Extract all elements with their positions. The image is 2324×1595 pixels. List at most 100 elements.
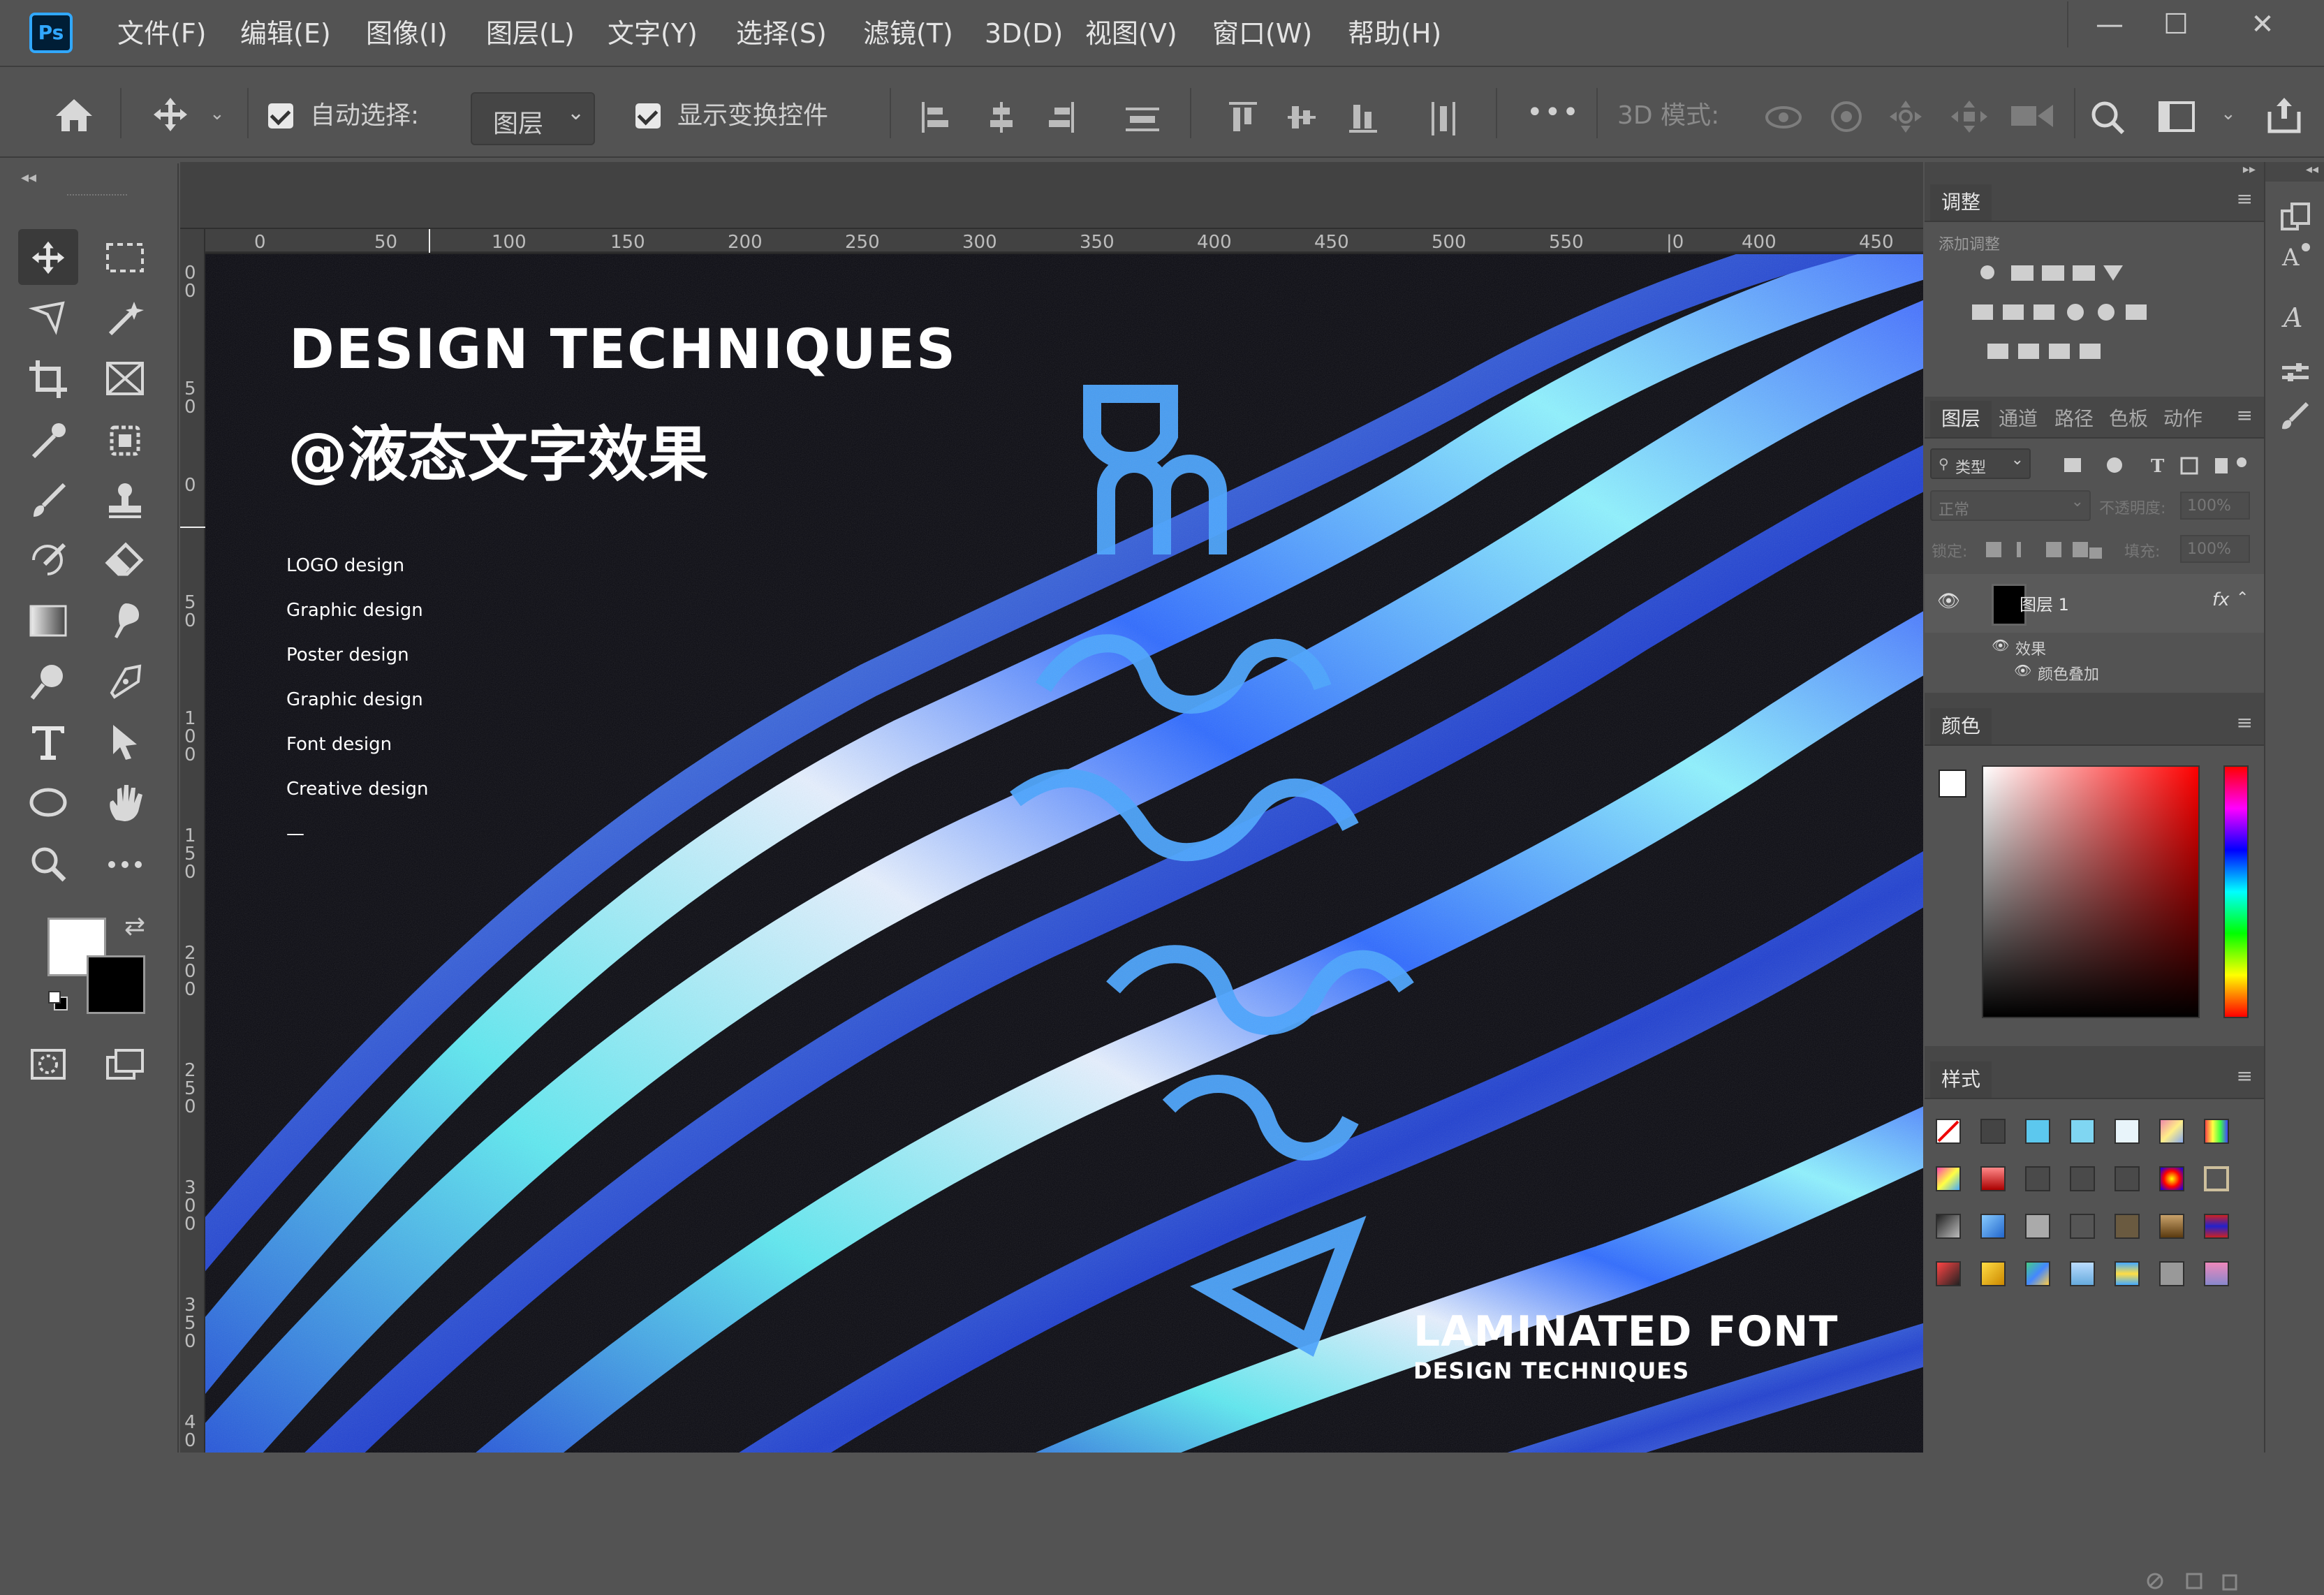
lock-icons[interactable]: [1985, 539, 2103, 560]
style-swatch[interactable]: [2159, 1214, 2184, 1239]
panel-menu-icon[interactable]: ≡: [2237, 404, 2253, 427]
home-icon[interactable]: [53, 96, 95, 133]
opacity-input[interactable]: 100%: [2180, 492, 2250, 520]
tab-channels[interactable]: 通道: [1987, 401, 2049, 437]
move-tool-icon[interactable]: [149, 96, 191, 133]
menu-file[interactable]: 文件(F): [112, 14, 212, 53]
align-right-icon[interactable]: [1045, 101, 1075, 134]
screen-mode-icon[interactable]: [95, 1036, 155, 1092]
blend-mode-dropdown[interactable]: 正常 ⌄: [1930, 490, 2091, 521]
layer-name[interactable]: 图层 1: [2020, 591, 2069, 615]
style-swatch[interactable]: [2159, 1119, 2184, 1144]
default-colors-icon[interactable]: [47, 990, 68, 1011]
style-swatch[interactable]: [1980, 1261, 2006, 1286]
style-swatch[interactable]: [2115, 1119, 2140, 1144]
distribute-horizontal-icon[interactable]: [1429, 101, 1459, 137]
healing-brush-tool[interactable]: [95, 412, 155, 468]
style-swatch[interactable]: [2115, 1214, 2140, 1239]
style-swatch[interactable]: [2070, 1119, 2095, 1144]
tab-paths[interactable]: 路径: [2043, 401, 2105, 437]
brush-tool[interactable]: [18, 472, 78, 528]
menu-edit[interactable]: 编辑(E): [235, 14, 337, 53]
color-panel-foreground[interactable]: [1939, 770, 1966, 798]
style-swatch-none[interactable]: [1936, 1119, 1961, 1144]
auto-select-dropdown[interactable]: 图层 ⌄: [471, 92, 595, 145]
panel-menu-icon[interactable]: ≡: [2237, 1064, 2253, 1087]
properties-panel-icon[interactable]: [2279, 360, 2311, 392]
dock-collapse-bar[interactable]: ◂◂: [2265, 162, 2324, 182]
menu-image[interactable]: 图像(I): [360, 14, 453, 53]
hand-tool[interactable]: [95, 774, 155, 830]
menu-select[interactable]: 选择(S): [730, 14, 832, 53]
style-swatch[interactable]: [2204, 1119, 2229, 1144]
dodge-tool[interactable]: [18, 654, 78, 710]
show-transform-checkbox[interactable]: [635, 103, 661, 128]
collapse-panel-icon[interactable]: ◂◂: [21, 169, 36, 186]
style-swatch[interactable]: [2070, 1166, 2095, 1191]
panel-collapse-bar[interactable]: ▸▸: [1925, 162, 2264, 182]
style-swatch[interactable]: [1980, 1119, 2006, 1144]
maximize-button[interactable]: ☐: [2134, 1, 2218, 47]
tab-adjustments[interactable]: 调整: [1930, 184, 1992, 221]
eye-icon[interactable]: 👁: [1937, 591, 1960, 612]
swap-colors-icon[interactable]: ⇄: [124, 912, 145, 941]
layer-effects-row[interactable]: 👁 效果: [1925, 633, 2264, 659]
search-icon[interactable]: [2089, 99, 2126, 135]
chevron-up-icon[interactable]: ⌃: [2236, 589, 2249, 607]
style-swatch[interactable]: [2159, 1261, 2184, 1286]
auto-select-checkbox[interactable]: [268, 103, 293, 128]
panel-divider[interactable]: [1925, 693, 2264, 705]
crop-tool[interactable]: [18, 351, 78, 406]
document-canvas[interactable]: DESIGN TECHNIQUES @液态文字效果 LOGO design Gr…: [205, 254, 1923, 1453]
character-panel-icon[interactable]: A: [2279, 300, 2311, 332]
magic-wand-tool[interactable]: [95, 291, 155, 346]
style-swatch[interactable]: [2115, 1261, 2140, 1286]
gradient-tool[interactable]: [18, 592, 78, 648]
chevron-down-icon[interactable]: ⌄: [209, 103, 225, 124]
style-swatch[interactable]: [2070, 1214, 2095, 1239]
menu-filter[interactable]: 滤镜(T): [858, 14, 959, 53]
panel-menu-icon[interactable]: ≡: [2237, 187, 2253, 210]
type-tool[interactable]: [18, 714, 78, 770]
grip-handle[interactable]: [67, 194, 127, 200]
style-swatch[interactable]: [2159, 1166, 2184, 1191]
smudge-tool[interactable]: [95, 592, 155, 648]
layer-effect-item[interactable]: 👁 颜色叠加: [1925, 658, 2264, 684]
tab-layers[interactable]: 图层: [1930, 401, 1992, 437]
path-selection-tool[interactable]: [95, 714, 155, 770]
fill-input[interactable]: 100%: [2180, 535, 2250, 563]
more-tools-icon[interactable]: [95, 835, 155, 891]
marquee-tool[interactable]: [95, 229, 155, 285]
brush-settings-icon[interactable]: [2279, 399, 2311, 432]
align-top-icon[interactable]: [1228, 101, 1258, 134]
style-swatch[interactable]: [2070, 1261, 2095, 1286]
style-swatch[interactable]: [1980, 1214, 2006, 1239]
fx-badge[interactable]: fx: [2212, 589, 2230, 610]
close-button[interactable]: ✕: [2221, 1, 2304, 47]
align-middle-icon[interactable]: [1286, 101, 1317, 134]
vertical-ruler[interactable]: 0 0 5 0 0 5 0 1 0 0 1 5 0 2 0 0 2 5 0 3 …: [180, 229, 205, 1453]
pen-tool[interactable]: [95, 654, 155, 710]
move-tool[interactable]: [18, 229, 78, 285]
menu-help[interactable]: 帮助(H): [1342, 14, 1447, 53]
eraser-tool[interactable]: [95, 532, 155, 588]
more-options-icon[interactable]: •••: [1527, 96, 1580, 128]
style-swatch[interactable]: [2204, 1261, 2229, 1286]
style-swatch[interactable]: [2025, 1261, 2050, 1286]
panel-menu-icon[interactable]: ≡: [2237, 711, 2253, 734]
menu-3d[interactable]: 3D(D): [979, 14, 1068, 53]
style-swatch[interactable]: [1936, 1214, 1961, 1239]
layer-filter-dropdown[interactable]: ⚲ 类型 ⌄: [1930, 448, 2031, 479]
style-swatch[interactable]: [2204, 1166, 2229, 1191]
menu-layer[interactable]: 图层(L): [480, 14, 580, 53]
eye-icon[interactable]: 👁: [1992, 637, 2009, 654]
tab-styles[interactable]: 样式: [1930, 1061, 1992, 1098]
share-icon[interactable]: [2265, 95, 2303, 134]
hue-slider[interactable]: [2223, 765, 2249, 1018]
ellipse-tool[interactable]: [18, 774, 78, 830]
align-center-horizontal-icon[interactable]: [986, 101, 1017, 134]
stamp-tool[interactable]: [95, 472, 155, 528]
lasso-tool[interactable]: [18, 291, 78, 346]
zoom-tool[interactable]: [18, 835, 78, 891]
tab-swatches[interactable]: 色板: [2098, 401, 2159, 437]
